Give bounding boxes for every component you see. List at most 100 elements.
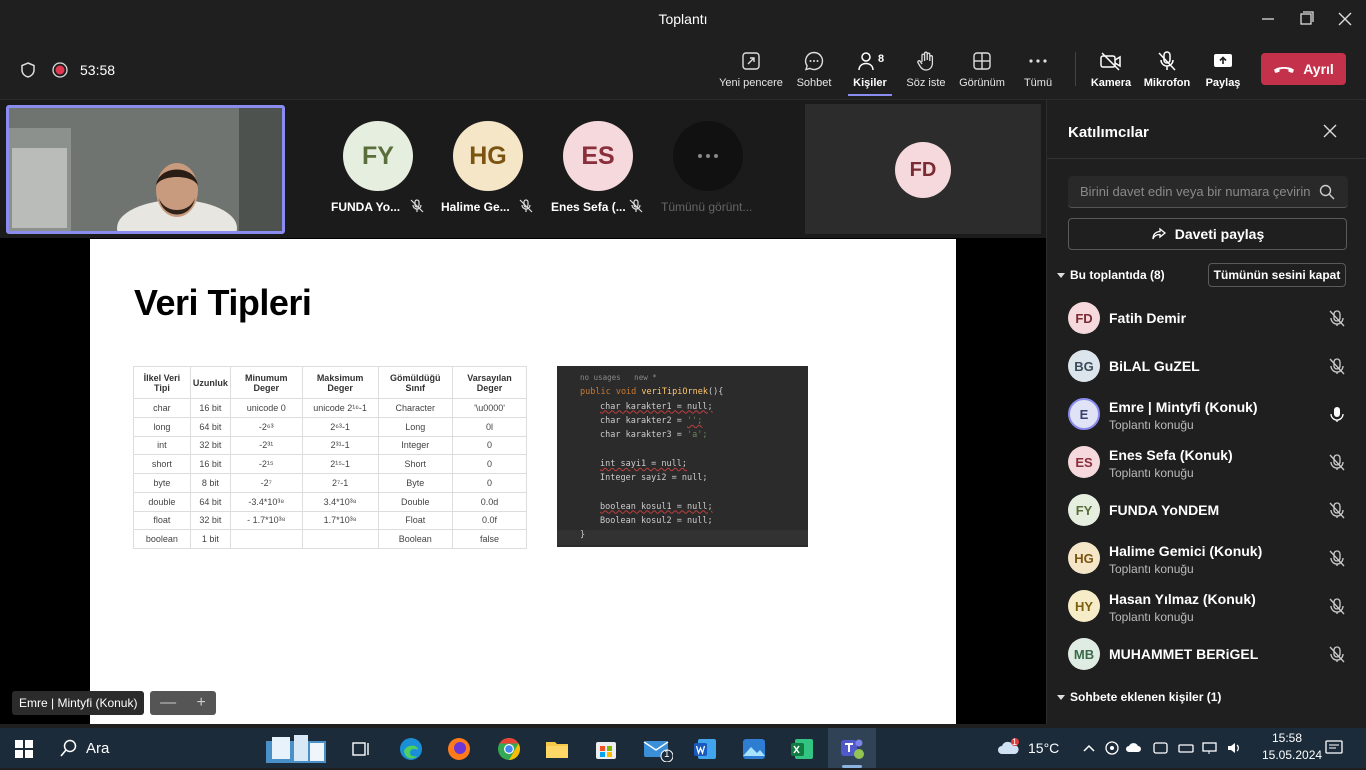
store-icon[interactable]	[593, 736, 619, 762]
in-meeting-section[interactable]: Bu toplantıda (8)	[1056, 268, 1165, 282]
word-icon[interactable]	[692, 736, 718, 762]
participant-row[interactable]: ES Enes Sefa (Konuk) Toplantı konuğu	[1068, 441, 1353, 485]
spotlight-avatar: FD	[895, 142, 951, 198]
more-button[interactable]: Tümü	[1022, 50, 1054, 94]
mic-off-icon	[1328, 645, 1346, 668]
share-invite-button[interactable]: Daveti paylaş	[1068, 218, 1347, 250]
hand-icon	[917, 51, 934, 71]
table-cell: 64 bit	[189, 416, 231, 437]
zoom-out-button[interactable]: —	[160, 694, 176, 712]
participant-name: Fatih Demir	[1109, 310, 1187, 326]
mic-off-icon	[1328, 597, 1346, 620]
participant-row[interactable]: HG Halime Gemici (Konuk) Toplantı konuğu	[1068, 537, 1353, 581]
data-types-table: İlkel Veri Tipi Uzunluk Minumum Deger Maksi…	[133, 366, 527, 549]
code-function: veriTipiOrnek	[641, 387, 708, 398]
participant-row[interactable]: E Emre | Mintyfi (Konuk) Toplantı konuğu	[1068, 393, 1353, 437]
participant-name: Hasan Yılmaz (Konuk)	[1109, 591, 1256, 607]
maximize-icon[interactable]	[1294, 8, 1318, 30]
file-explorer-icon[interactable]	[544, 736, 570, 762]
code-string: '';	[687, 415, 703, 426]
share-button[interactable]: Paylaş	[1204, 50, 1242, 94]
table-header: Minumum Deger	[229, 366, 303, 399]
people-label: Kişiler	[853, 77, 887, 89]
firefox-icon[interactable]	[446, 736, 472, 762]
raise-hand-button[interactable]: Söz iste	[905, 50, 947, 94]
participant-avatar-es[interactable]: ES	[563, 121, 633, 191]
participant-avatar-hg[interactable]: HG	[453, 121, 523, 191]
minimize-icon[interactable]	[1256, 8, 1280, 30]
table-cell: 0l	[452, 416, 527, 437]
slide-title: Veri Tipleri	[134, 282, 312, 323]
participant-avatar-fy[interactable]: FY	[343, 121, 413, 191]
table-cell: -2³¹	[229, 435, 303, 456]
participant-role: Toplantı konuğu	[1109, 562, 1194, 576]
table-cell: float	[133, 510, 191, 531]
table-cell: 0	[452, 435, 527, 456]
table-cell: 0	[452, 454, 527, 474]
participant-row[interactable]: MB MUHAMMET BERiGEL	[1068, 633, 1353, 677]
shield-icon[interactable]	[19, 60, 37, 80]
table-row: double 64 bit -3.4*10³⁸ 3.4*10³⁸ Double 0.0d	[133, 491, 527, 512]
mic-off-icon	[1328, 501, 1346, 524]
chat-icon	[804, 51, 824, 71]
teams-taskbar-button[interactable]	[828, 728, 876, 768]
photos-icon[interactable]	[741, 736, 767, 762]
invite-search-input[interactable]: Birini davet edin veya bir numara çeviri…	[1068, 176, 1348, 208]
participant-row[interactable]: HY Hasan Yılmaz (Konuk) Toplantı konuğu	[1068, 585, 1353, 629]
new-window-button[interactable]: Yeni pencere	[718, 50, 784, 94]
mail-icon[interactable]: 1	[643, 736, 674, 763]
people-button[interactable]: 8 Kişiler	[848, 50, 892, 96]
participant-row[interactable]: BG BiLAL GuZEL	[1068, 345, 1353, 389]
table-row: char 16 bit unicode 0 unicode 2¹⁶-1 Characte…	[133, 398, 527, 418]
participant-role: Toplantı konuğu	[1109, 466, 1194, 480]
weather-widget[interactable]: 1 15°C	[996, 728, 1059, 768]
table-cell: - 1.7*10³⁸	[229, 510, 303, 531]
table-cell: 0	[452, 473, 527, 493]
search-icon	[60, 739, 77, 757]
table-cell: long	[133, 416, 191, 437]
taskbar-clock[interactable]: 15:58 15.05.2024	[1262, 731, 1322, 762]
added-from-chat-section[interactable]: Sohbete eklenen kişiler (1)	[1056, 690, 1221, 704]
table-row: float 32 bit - 1.7*10³⁸ 1.7*10³⁸ Float 0.0f	[133, 510, 527, 531]
mic-off-icon	[629, 199, 643, 218]
self-video[interactable]	[6, 105, 285, 234]
taskbar-search-label: Ara	[86, 739, 110, 757]
chat-button[interactable]: Sohbet	[793, 50, 835, 94]
mic-button[interactable]: Mikrofon	[1143, 50, 1191, 94]
mic-icon	[1328, 405, 1346, 428]
chat-label: Sohbet	[796, 77, 832, 89]
mic-off-icon	[1158, 51, 1176, 71]
view-button[interactable]: Görünüm	[958, 50, 1006, 94]
close-panel-icon[interactable]	[1322, 123, 1338, 144]
panel-title: Katılımcılar	[1068, 124, 1149, 141]
mute-all-button[interactable]: Tümünün sesini kapat	[1208, 263, 1346, 287]
participant-row[interactable]: FY FUNDA YoNDEM	[1068, 489, 1353, 533]
participant-avatar: MB	[1068, 638, 1100, 670]
clock-time: 15:58	[1271, 731, 1303, 745]
search-icon[interactable]	[1319, 184, 1335, 205]
camera-button[interactable]: Kamera	[1090, 50, 1132, 94]
shared-slide: Veri Tipleri İlkel Veri Tipi Uzunluk Minum…	[90, 239, 956, 724]
view-grid-icon	[973, 52, 991, 70]
edge-icon[interactable]	[398, 736, 424, 762]
leave-button[interactable]: Ayrıl	[1261, 53, 1346, 85]
table-cell: Long	[377, 416, 454, 437]
table-cell: 64 bit	[189, 491, 231, 512]
participant-role: Toplantı konuğu	[1109, 610, 1194, 624]
task-view-icon[interactable]	[348, 736, 374, 762]
zoom-in-button[interactable]: +	[196, 694, 205, 712]
teams-icon	[841, 739, 864, 759]
table-cell: 3.4*10³⁸	[301, 491, 379, 512]
participant-row[interactable]: FD Fatih Demir	[1068, 297, 1353, 341]
view-all-label: Tümünü görünt...	[661, 200, 753, 214]
view-all-button[interactable]	[673, 121, 743, 191]
chrome-icon[interactable]	[496, 736, 522, 762]
excel-icon[interactable]	[789, 736, 815, 762]
windows-start-icon[interactable]	[15, 740, 33, 763]
notification-icon[interactable]	[1325, 739, 1343, 762]
close-window-icon[interactable]	[1333, 8, 1357, 30]
code-string: 'a';	[687, 430, 708, 441]
table-cell: 2⁶³-1	[301, 416, 379, 437]
